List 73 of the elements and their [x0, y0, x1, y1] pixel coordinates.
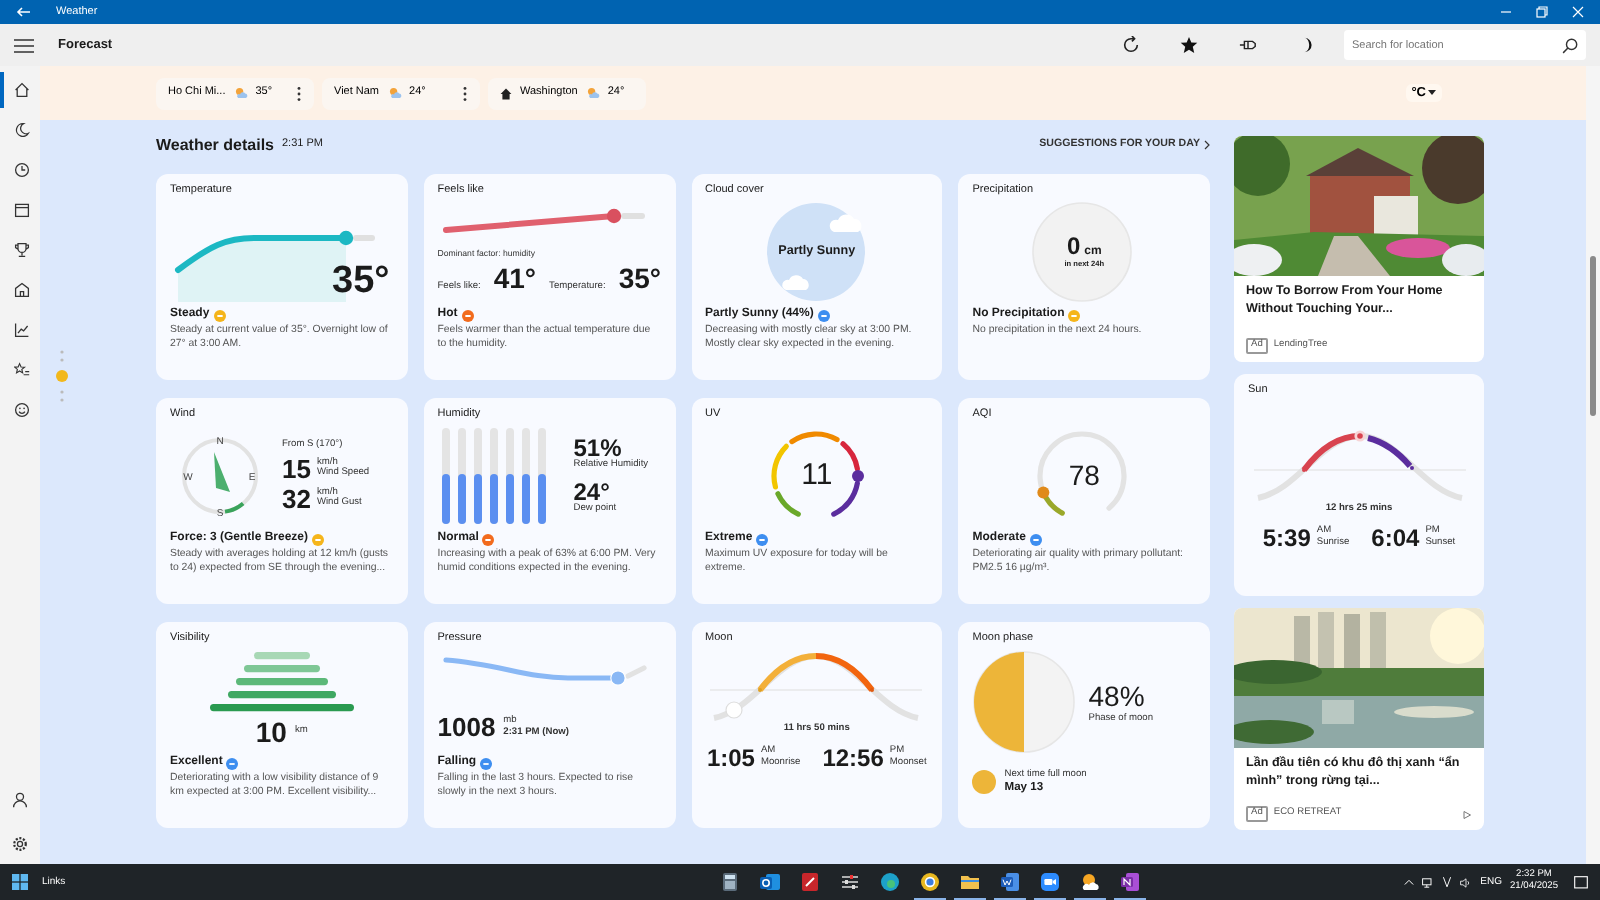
- pdf-icon: [800, 871, 820, 891]
- back-icon[interactable]: [16, 6, 32, 18]
- section-title: Weather details: [156, 135, 274, 155]
- browser-icon: [880, 871, 900, 891]
- partly-sunny-icon: [233, 86, 248, 100]
- temperature-value: 35°: [332, 262, 390, 300]
- wind-gust-value: 32: [282, 485, 311, 512]
- pressure-value: 1008: [437, 714, 496, 740]
- house-icon: [14, 282, 30, 298]
- video-call-icon: [1040, 871, 1060, 891]
- calendar-icon: [14, 202, 30, 218]
- menu-icon[interactable]: [14, 37, 34, 53]
- calculator-icon: [720, 871, 740, 891]
- network-icon[interactable]: [1422, 877, 1435, 887]
- full-moon-icon: [972, 770, 997, 795]
- person-icon[interactable]: [12, 792, 28, 808]
- search-icon[interactable]: [1562, 37, 1578, 53]
- uv-gauge: [770, 431, 863, 517]
- home-icon: [500, 87, 512, 99]
- chevron-up-icon[interactable]: [1404, 878, 1415, 886]
- moon-icon: [14, 122, 30, 138]
- weather-icon: [1080, 871, 1100, 891]
- folder-icon: [960, 871, 980, 891]
- scrollbar-thumb[interactable]: [1590, 256, 1596, 416]
- sliders-icon: [840, 871, 860, 891]
- cloud-cover-drawing: [766, 203, 864, 301]
- set-time: 12:56: [822, 745, 884, 770]
- home-icon: [14, 82, 30, 98]
- aqi-gauge: [1037, 431, 1128, 516]
- wind-speed-value: 15: [282, 455, 311, 482]
- settings-icon[interactable]: [12, 836, 28, 852]
- partly-sunny-icon: [585, 86, 600, 100]
- wind-compass-drawing: [182, 438, 258, 514]
- more-icon[interactable]: [462, 85, 468, 101]
- start-icon[interactable]: [12, 874, 28, 890]
- precipitation-gauge: [1032, 202, 1133, 302]
- uv-value: 11: [801, 458, 833, 494]
- browser-icon: [920, 871, 940, 891]
- moon-phase-value: 48%: [1088, 679, 1147, 713]
- more-icon[interactable]: [296, 85, 302, 101]
- ad-choices-icon[interactable]: [1462, 809, 1472, 820]
- chevron-right-icon: [1204, 140, 1210, 150]
- feels-like-value: 41°: [493, 263, 537, 292]
- volume-icon[interactable]: [1460, 877, 1473, 887]
- star-list-icon: [14, 362, 30, 378]
- refresh-icon[interactable]: [1122, 36, 1140, 54]
- close-icon[interactable]: [1572, 6, 1584, 18]
- humidity-bars-drawing: [441, 428, 546, 524]
- dew-point-value: 24°: [573, 480, 610, 504]
- caret-icon: [1428, 89, 1436, 96]
- humidity-value: 51%: [573, 436, 622, 461]
- restore-icon[interactable]: [1536, 6, 1548, 18]
- aqi-value: 78: [1068, 459, 1100, 493]
- partly-sunny-icon: [387, 86, 402, 100]
- mail-icon: [760, 871, 780, 891]
- chart-icon: [14, 322, 30, 338]
- panel-handle-icon[interactable]: [56, 346, 68, 406]
- visibility-value: 10: [255, 718, 287, 746]
- rise-time: 1:05: [706, 745, 755, 770]
- notebook-icon: [1120, 871, 1140, 891]
- temperature-value: 35°: [618, 263, 661, 292]
- pin-icon[interactable]: [1238, 36, 1258, 54]
- notification-icon[interactable]: [1574, 875, 1588, 889]
- clock-icon: [14, 162, 30, 178]
- document-icon: [1000, 871, 1020, 891]
- minimize-icon[interactable]: [1500, 6, 1512, 18]
- rise-time: 5:39: [1262, 525, 1311, 550]
- star-icon[interactable]: [1180, 36, 1198, 54]
- moon-phase-drawing: [973, 651, 1076, 753]
- set-time: 6:04: [1371, 525, 1420, 550]
- smiley-icon: [14, 402, 30, 418]
- precipitation-value: 0: [1066, 234, 1081, 259]
- trophy-icon: [14, 242, 30, 258]
